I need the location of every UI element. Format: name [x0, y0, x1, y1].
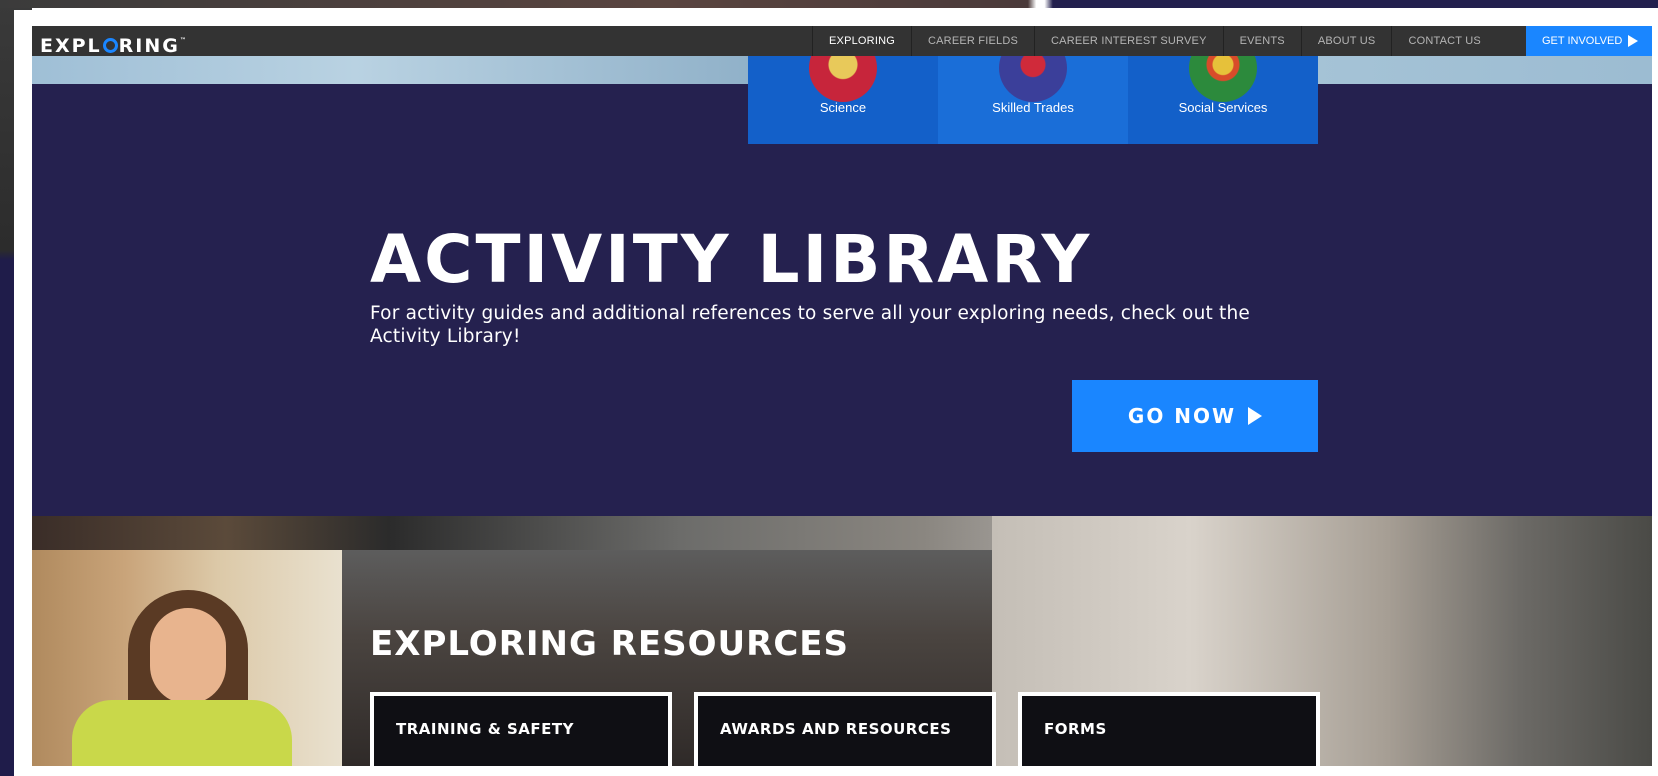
- nav-item-career-interest-survey[interactable]: CAREER INTEREST SURVEY: [1034, 26, 1223, 56]
- go-now-label: GO NOW: [1127, 404, 1237, 428]
- career-tile-label: Social Services: [1178, 100, 1268, 115]
- resources-section: EXPLORING RESOURCES TRAINING & SAFETY AW…: [32, 516, 1652, 766]
- get-involved-button[interactable]: GET INVOLVED: [1526, 26, 1652, 56]
- forms-button[interactable]: FORMS: [1018, 692, 1320, 766]
- photo-detail: [72, 700, 292, 766]
- awards-resources-button[interactable]: AWARDS AND RESOURCES: [694, 692, 996, 766]
- photo-woman-safety-vest: [32, 550, 342, 766]
- activity-library-description: For activity guides and additional refer…: [370, 303, 1250, 347]
- career-tile-social-services[interactable]: Social Services: [1128, 34, 1318, 144]
- play-arrow-icon: [1628, 35, 1639, 47]
- career-tile-label: Science: [819, 100, 867, 115]
- logo-text-left: EXPL: [40, 35, 102, 57]
- nav-item-about-us[interactable]: ABOUT US: [1300, 26, 1392, 56]
- get-involved-label: GET INVOLVED: [1542, 35, 1623, 47]
- activity-library-title: ACTIVITY LIBRARY: [370, 221, 1093, 298]
- nav-item-events[interactable]: EVENTS: [1222, 26, 1301, 56]
- background-top: [0, 0, 1658, 8]
- play-arrow-icon: [1248, 407, 1263, 425]
- exploring-logo[interactable]: EXPL RING™: [40, 28, 186, 59]
- nav-menu: EXPLORING CAREER FIELDS CAREER INTEREST …: [812, 26, 1497, 56]
- go-now-button[interactable]: GO NOW: [1072, 380, 1318, 452]
- logo-trademark: ™: [179, 37, 186, 44]
- career-tiles: Science Skilled Trades Social Services: [748, 34, 1318, 144]
- nav-item-exploring[interactable]: EXPLORING: [812, 26, 911, 56]
- photo-detail: [150, 608, 226, 704]
- logo-ring-icon: [102, 38, 118, 53]
- career-tile-science[interactable]: Science: [748, 34, 938, 144]
- logo-text-right: RING: [118, 35, 180, 57]
- nav-item-contact-us[interactable]: CONTACT US: [1391, 26, 1497, 56]
- top-nav: EXPL RING™ EXPLORING CAREER FIELDS CAREER…: [32, 26, 1652, 59]
- exploring-resources-title: EXPLORING RESOURCES: [370, 624, 849, 664]
- page: Science Skilled Trades Social Services E…: [32, 26, 1652, 766]
- career-tile-skilled-trades[interactable]: Skilled Trades: [938, 34, 1128, 144]
- nav-item-career-fields[interactable]: CAREER FIELDS: [911, 26, 1034, 56]
- training-safety-button[interactable]: TRAINING & SAFETY: [370, 692, 672, 766]
- career-tile-label: Skilled Trades: [992, 100, 1074, 115]
